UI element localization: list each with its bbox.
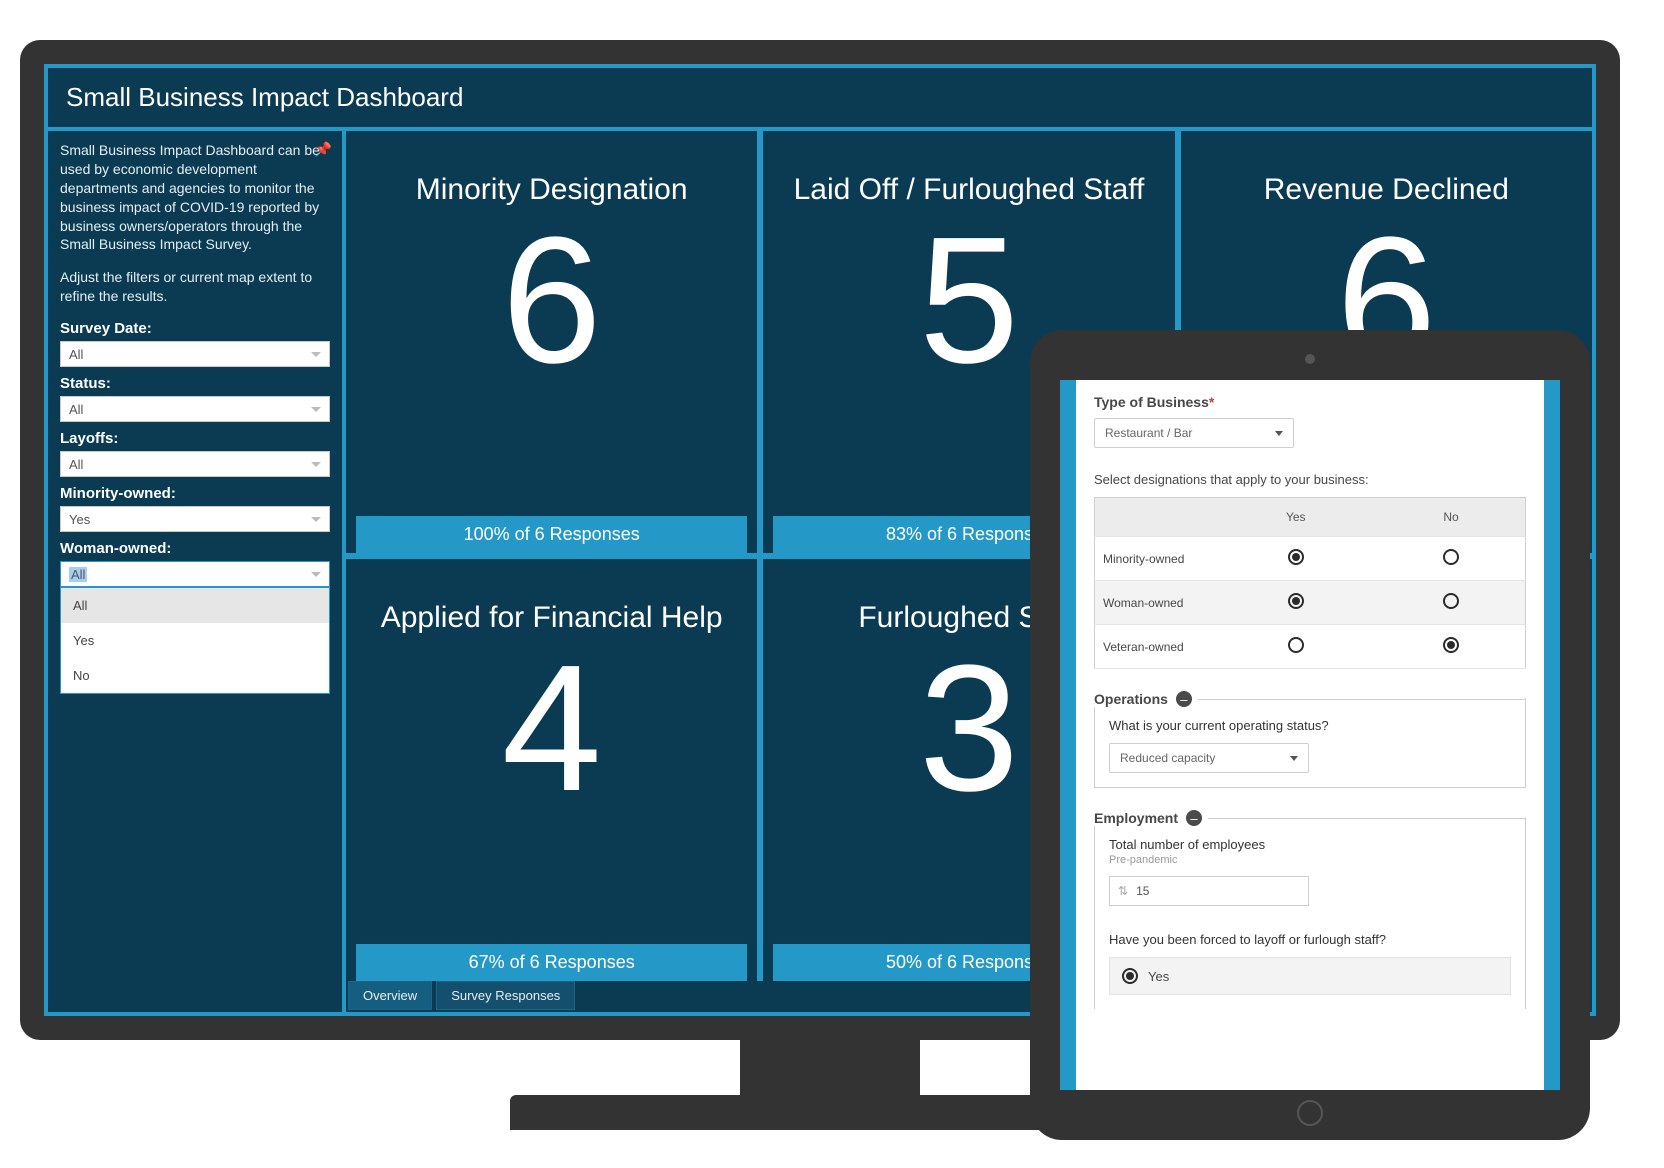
filter-label-woman-owned: Woman-owned: [60,540,330,557]
divider [1198,699,1526,700]
tablet-screen-border: Type of Business* Restaurant / Bar Selec… [1060,380,1560,1090]
survey-form: Type of Business* Restaurant / Bar Selec… [1076,380,1544,1090]
chevron-down-icon [311,407,321,412]
chevron-down-icon [1290,756,1298,761]
table-header-yes: Yes [1215,498,1378,537]
type-of-business-text: Type of Business [1094,394,1209,410]
section-operations-label: Operations [1094,691,1170,707]
card-value: 3 [919,639,1019,819]
dropdown-option-no[interactable]: No [61,658,329,693]
chevron-down-icon [311,572,321,577]
filter-value-status: All [69,402,83,417]
card-footer: 100% of 6 Responses [356,516,747,553]
filter-select-woman-owned-open[interactable]: All All Yes No [60,561,330,587]
radio-minority-no[interactable] [1443,549,1459,565]
chevron-down-icon [311,462,321,467]
stepper-icon[interactable]: ⇅ [1118,884,1128,898]
question-total-employees: Total number of employees [1109,837,1511,852]
row-label: Woman-owned [1095,581,1215,625]
section-operations-header[interactable]: Operations – [1094,691,1526,707]
radio-minority-yes[interactable] [1288,549,1304,565]
dropdown-list-woman-owned: All Yes No [60,587,330,694]
card-minority-designation: Minority Designation 6 100% of 6 Respons… [346,131,757,553]
dropdown-option-all[interactable]: All [61,588,329,623]
row-label: Minority-owned [1095,537,1215,581]
filter-select-minority-owned[interactable]: Yes [60,506,330,532]
card-value: 6 [502,211,602,391]
chevron-down-icon [1275,431,1283,436]
chevron-down-icon [311,517,321,522]
row-label: Veteran-owned [1095,625,1215,669]
radio-row-layoff-yes[interactable]: Yes [1109,957,1511,995]
filter-label-status: Status: [60,375,330,392]
card-value: 4 [502,639,602,819]
table-row-minority: Minority-owned [1095,537,1526,581]
total-employees-value: 15 [1136,884,1149,898]
filter-select-survey-date[interactable]: All [60,341,330,367]
section-employment-header[interactable]: Employment – [1094,810,1526,826]
designations-prompt: Select designations that apply to your b… [1094,472,1526,487]
filter-value-layoffs: All [69,457,83,472]
tab-survey-responses[interactable]: Survey Responses [436,981,575,1010]
table-header-blank [1095,498,1215,537]
filter-select-layoffs[interactable]: All [60,451,330,477]
radio-veteran-no[interactable] [1443,637,1459,653]
radio-woman-no[interactable] [1443,593,1459,609]
filter-label-minority-owned: Minority-owned: [60,485,330,502]
tablet-home-button[interactable] [1297,1100,1323,1126]
hint-pre-pandemic: Pre-pandemic [1109,854,1511,866]
intro-text-1: Small Business Impact Dashboard can be u… [60,141,330,254]
divider [1208,818,1526,819]
select-type-of-business[interactable]: Restaurant / Bar [1094,418,1294,448]
type-of-business-value: Restaurant / Bar [1105,426,1192,440]
tablet-device: Type of Business* Restaurant / Bar Selec… [1030,330,1590,1140]
select-operating-status[interactable]: Reduced capacity [1109,743,1309,773]
designations-table: Yes No Minority-owned Woman-owned Vetera… [1094,497,1526,669]
radio-woman-yes[interactable] [1288,593,1304,609]
table-row-woman: Woman-owned [1095,581,1526,625]
filter-select-status[interactable]: All [60,396,330,422]
collapse-icon[interactable]: – [1186,810,1202,826]
filter-label-survey-date: Survey Date: [60,320,330,337]
table-row-veteran: Veteran-owned [1095,625,1526,669]
monitor-stand-neck [740,1040,920,1100]
section-employment-label: Employment [1094,810,1180,826]
tab-overview[interactable]: Overview [348,981,432,1010]
intro-text-2: Adjust the filters or current map extent… [60,268,330,306]
required-asterisk: * [1209,394,1214,410]
pin-icon[interactable]: 📌 [315,141,332,158]
tablet-camera-icon [1305,354,1315,364]
radio-layoff-yes[interactable] [1122,968,1138,984]
question-operating-status: What is your current operating status? [1109,718,1511,733]
collapse-icon[interactable]: – [1176,691,1192,707]
filter-label-layoffs: Layoffs: [60,430,330,447]
operating-status-value: Reduced capacity [1120,751,1215,765]
card-footer: 67% of 6 Responses [356,944,747,981]
section-operations-body: What is your current operating status? R… [1094,698,1526,788]
sidebar: 📌 Small Business Impact Dashboard can be… [48,131,346,1012]
section-employment-body: Total number of employees Pre-pandemic ⇅… [1094,817,1526,1009]
dashboard-title: Small Business Impact Dashboard [48,68,1592,131]
chevron-down-icon [311,352,321,357]
dropdown-option-yes[interactable]: Yes [61,623,329,658]
card-value: 5 [919,211,1019,391]
field-label-type-of-business: Type of Business* [1094,394,1526,410]
filter-value-woman-owned: All [69,567,87,582]
question-layoff-furlough: Have you been forced to layoff or furlou… [1109,932,1511,947]
radio-veteran-yes[interactable] [1288,637,1304,653]
radio-label-yes: Yes [1148,969,1169,984]
filter-value-survey-date: All [69,347,83,362]
input-total-employees[interactable]: ⇅ 15 [1109,876,1309,906]
card-applied-financial-help: Applied for Financial Help 4 67% of 6 Re… [346,559,757,981]
filter-value-minority-owned: Yes [69,512,90,527]
table-header-no: No [1377,498,1525,537]
